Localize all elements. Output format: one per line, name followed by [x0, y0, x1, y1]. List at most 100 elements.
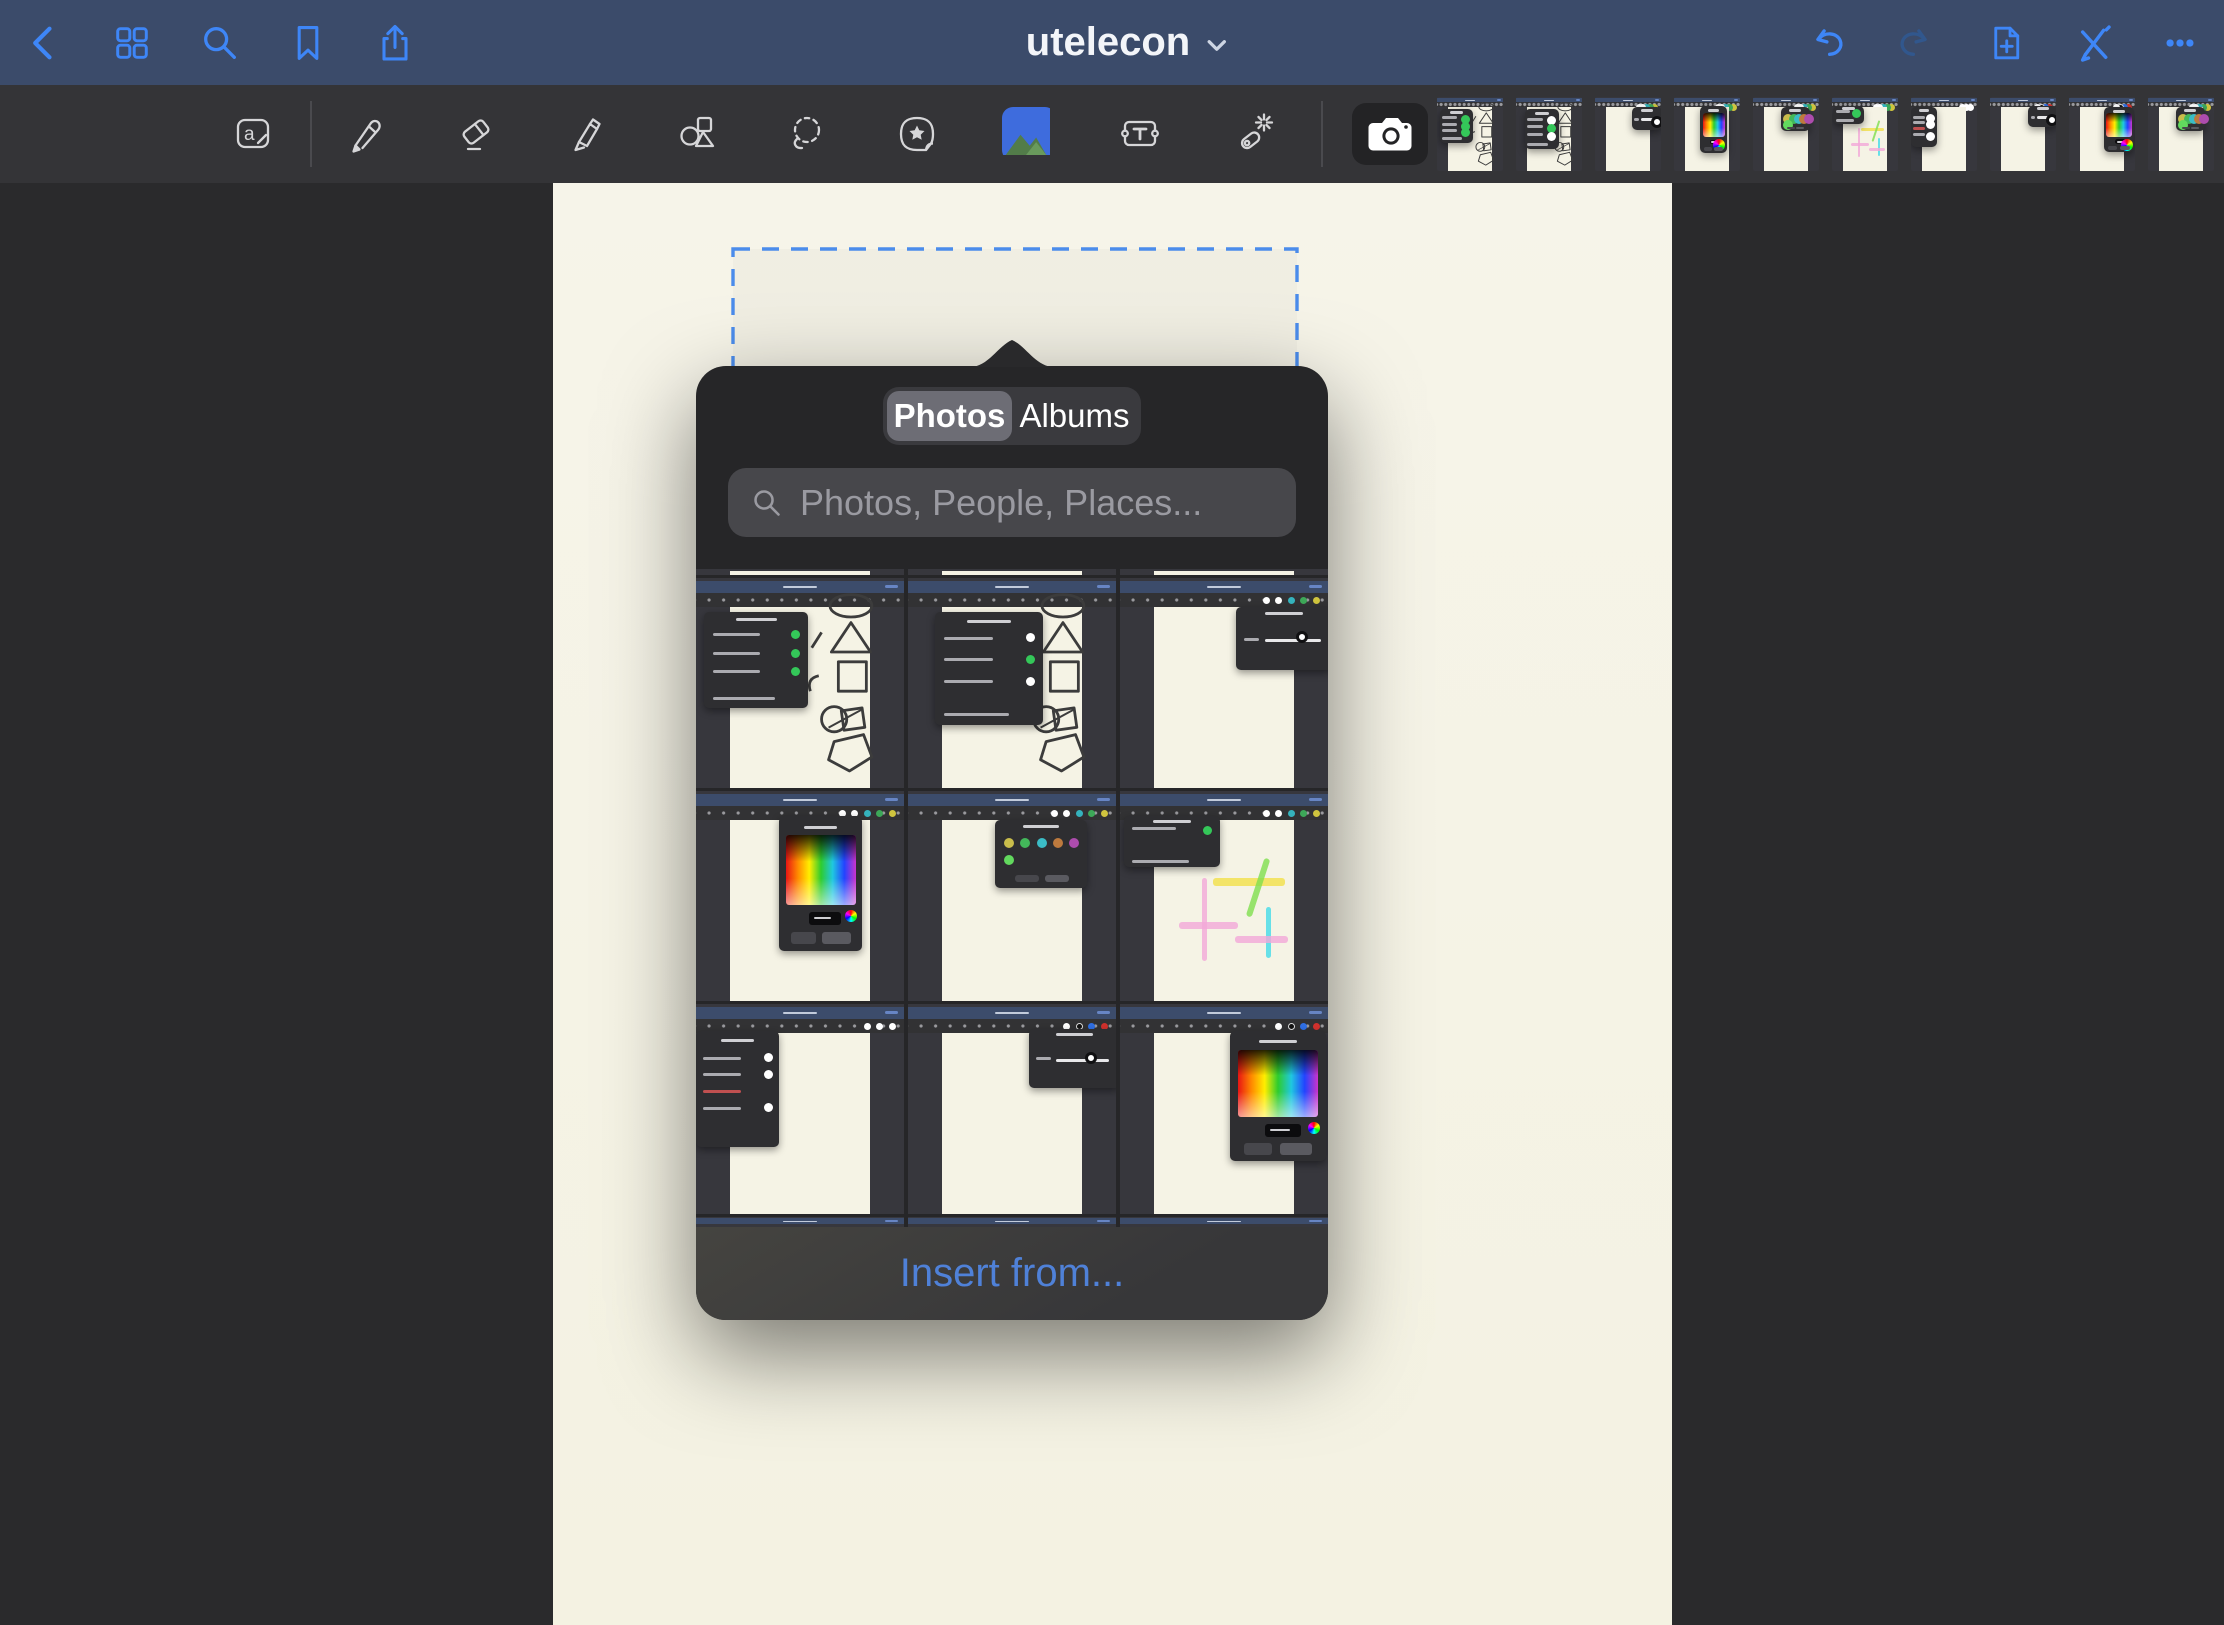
- mini-screenshot: [696, 578, 904, 788]
- mini-screenshot: [696, 569, 904, 575]
- photo-thumbnail: [696, 569, 904, 575]
- mini-screenshot: [1990, 97, 2056, 171]
- photo-picker-popover: Photos Albums Photos, People, Places...: [696, 366, 1328, 1320]
- camera-icon: [1367, 115, 1413, 153]
- shapes-tool[interactable]: [670, 106, 726, 162]
- sticker-tool[interactable]: [889, 106, 945, 162]
- mini-screenshot: [1120, 791, 1328, 1001]
- photo-grid-row: [696, 1217, 1328, 1227]
- photo-thumbnail[interactable]: [908, 791, 1116, 1001]
- mini-screenshot: [908, 1217, 1116, 1227]
- toolbar-divider: [310, 101, 312, 167]
- redo-icon: [1886, 14, 1944, 72]
- page-thumbnail[interactable]: [1753, 97, 1819, 171]
- image-tool-icon: [1002, 107, 1056, 161]
- mini-screenshot: [1120, 1004, 1328, 1214]
- photo-thumbnail[interactable]: [908, 1004, 1116, 1214]
- mini-screenshot: [696, 1004, 904, 1214]
- photo-thumbnail[interactable]: [1120, 578, 1328, 788]
- tab-photos-label: Photos: [894, 397, 1006, 435]
- page-thumbnail[interactable]: [2148, 97, 2214, 171]
- mini-screenshot: [1832, 97, 1898, 171]
- photo-thumbnail: [908, 1217, 1116, 1227]
- lasso-tool[interactable]: [780, 106, 836, 162]
- laser-pointer-tool[interactable]: [1225, 106, 1281, 162]
- photo-thumbnail[interactable]: [1120, 791, 1328, 1001]
- photo-grid: [696, 569, 1328, 1227]
- photo-thumbnail[interactable]: [696, 791, 904, 1001]
- photo-thumbnail[interactable]: [696, 1004, 904, 1214]
- pages-grid-icon[interactable]: [103, 14, 161, 72]
- search-icon[interactable]: [191, 14, 249, 72]
- toolbar-divider: [1321, 101, 1323, 167]
- photo-search-input[interactable]: Photos, People, Places...: [728, 468, 1296, 537]
- top-navigation-bar: utelecon: [0, 0, 2224, 85]
- document-title-label: utelecon: [1026, 20, 1190, 65]
- page-thumbnail[interactable]: [1990, 97, 2056, 171]
- tab-photos[interactable]: Photos: [887, 391, 1012, 441]
- page-thumbnail[interactable]: [1437, 97, 1503, 171]
- photo-grid-row: [696, 791, 1328, 1001]
- mini-screenshot: [1595, 97, 1661, 171]
- mini-screenshot: [696, 791, 904, 1001]
- mini-screenshot: [2148, 97, 2214, 171]
- page-thumbnail[interactable]: [1516, 97, 1582, 171]
- add-page-icon[interactable]: [1975, 14, 2033, 72]
- document-title[interactable]: utelecon: [1026, 0, 1230, 85]
- drawing-toolbar: a: [0, 85, 2224, 183]
- photo-thumbnail: [1120, 569, 1328, 575]
- photo-grid-row: [696, 569, 1328, 575]
- title-chevron-down-icon: [1204, 33, 1230, 59]
- mini-screenshot: [908, 578, 1116, 788]
- tab-albums-label: Albums: [1019, 397, 1129, 435]
- page-thumbnail[interactable]: [1911, 97, 1977, 171]
- photo-thumbnail[interactable]: [1120, 1004, 1328, 1214]
- mini-screenshot: [908, 791, 1116, 1001]
- mini-screenshot: [908, 569, 1116, 575]
- page-thumbnail-strip: [1437, 97, 2214, 171]
- search-placeholder: Photos, People, Places...: [800, 482, 1202, 524]
- mini-screenshot: [696, 1217, 904, 1227]
- pen-tool[interactable]: [338, 106, 394, 162]
- popover-arrow: [970, 338, 1054, 367]
- mini-screenshot: [1674, 97, 1740, 171]
- magnifier-icon: [750, 486, 784, 520]
- image-tool[interactable]: [1001, 106, 1057, 162]
- mini-screenshot: [2069, 97, 2135, 171]
- page-thumbnail[interactable]: [1595, 97, 1661, 171]
- photo-grid-row: [696, 1004, 1328, 1214]
- mini-screenshot: [908, 1004, 1116, 1214]
- photo-thumbnail[interactable]: [696, 578, 904, 788]
- back-icon[interactable]: [15, 14, 73, 72]
- photo-thumbnail: [1120, 1217, 1328, 1227]
- zoom-window-tool[interactable]: a: [226, 106, 282, 162]
- app-window: utelecon: [0, 0, 2224, 1625]
- mini-screenshot: [1120, 569, 1328, 575]
- mini-screenshot: [1753, 97, 1819, 171]
- insert-from-label: Insert from...: [900, 1251, 1125, 1296]
- mini-screenshot: [1911, 97, 1977, 171]
- text-tool[interactable]: [1112, 106, 1168, 162]
- highlighter-tool[interactable]: [559, 106, 615, 162]
- photo-picker-tabs: Photos Albums: [883, 387, 1141, 445]
- insert-from-button[interactable]: Insert from...: [696, 1227, 1328, 1320]
- eraser-tool[interactable]: [449, 106, 505, 162]
- mini-screenshot: [1516, 97, 1582, 171]
- stop-editing-icon[interactable]: [2063, 14, 2121, 72]
- undo-icon[interactable]: [1799, 14, 1857, 72]
- photo-thumbnail: [908, 569, 1116, 575]
- mini-screenshot: [1120, 1217, 1328, 1227]
- tab-albums[interactable]: Albums: [1012, 391, 1137, 441]
- page-thumbnail[interactable]: [1832, 97, 1898, 171]
- photo-thumbnail[interactable]: [908, 578, 1116, 788]
- bookmark-icon[interactable]: [279, 14, 337, 72]
- page-thumbnail[interactable]: [2069, 97, 2135, 171]
- photo-grid-row: [696, 578, 1328, 788]
- share-icon[interactable]: [366, 14, 424, 72]
- photo-thumbnail: [696, 1217, 904, 1227]
- svg-text:a: a: [244, 124, 255, 145]
- more-icon[interactable]: [2151, 14, 2209, 72]
- camera-button[interactable]: [1352, 103, 1428, 165]
- page-thumbnail[interactable]: [1674, 97, 1740, 171]
- mini-screenshot: [1120, 578, 1328, 788]
